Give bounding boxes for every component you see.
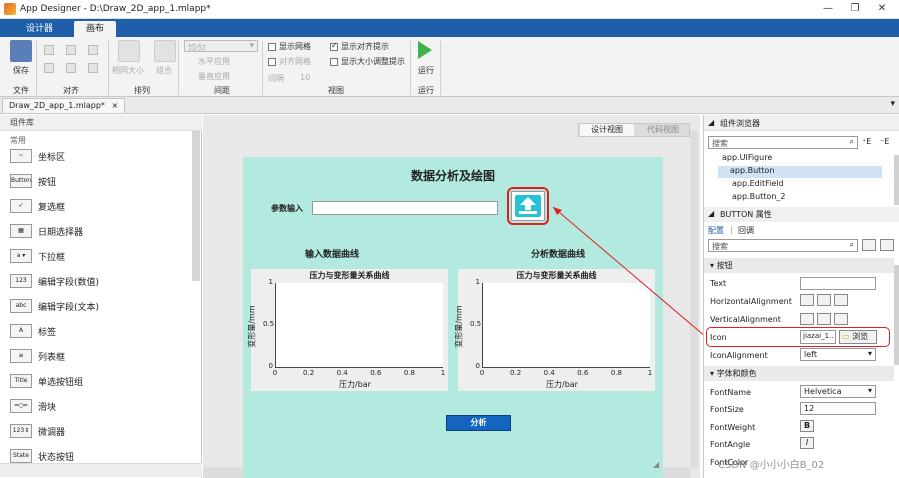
prop-valign-label: VerticalAlignment bbox=[710, 315, 781, 324]
grid-view-icon[interactable] bbox=[862, 239, 876, 251]
browse-button[interactable]: ▭ 浏览 bbox=[839, 330, 877, 344]
section-font-label: 字体和颜色 bbox=[716, 369, 757, 378]
props-header: ◢ BUTTON 属性 bbox=[704, 207, 899, 222]
browser-search[interactable]: 搜索 ⌕ bbox=[708, 136, 858, 149]
italic-icon[interactable]: I bbox=[800, 437, 814, 449]
prop-icon-input[interactable]: jiazai_1.. bbox=[800, 330, 836, 344]
browser-node[interactable]: app.UIFigure bbox=[720, 153, 870, 165]
browser-header: ◢ 组件浏览器 bbox=[704, 115, 899, 131]
folder-icon: ▭ bbox=[842, 332, 850, 341]
filter-icon[interactable]: ⁻E bbox=[880, 137, 889, 146]
prop-text-input[interactable] bbox=[800, 277, 876, 290]
tab-separator: | bbox=[730, 225, 733, 234]
browse-label: 浏览 bbox=[852, 332, 869, 341]
prop-text-label: Text bbox=[710, 279, 727, 288]
props-title: BUTTON 属性 bbox=[720, 210, 772, 219]
font-size-input[interactable]: 12 bbox=[800, 402, 876, 415]
browser-scrollbar[interactable] bbox=[894, 155, 899, 205]
props-search-placeholder: 搜索 bbox=[712, 242, 728, 251]
browser-node[interactable]: app.EditField bbox=[730, 179, 880, 191]
icon-align-dropdown[interactable]: left ▾ bbox=[800, 348, 876, 361]
chevron-down-icon: ▾ bbox=[867, 349, 872, 358]
section-button-label: 按钮 bbox=[716, 261, 733, 270]
collapse-icon[interactable]: ◢ bbox=[708, 209, 714, 218]
watermark: CSDN @小小小白B_02 bbox=[718, 460, 825, 471]
list-view-icon[interactable] bbox=[880, 239, 894, 251]
collapse-icon[interactable]: ◢ bbox=[708, 118, 714, 127]
prop-font-name-label: FontName bbox=[710, 388, 752, 397]
component-browser-panel: ◢ 组件浏览器 搜索 ⌕ ⁺E ⁻E app.UIFigure app.Butto… bbox=[703, 115, 899, 478]
prop-font-angle-label: FontAngle bbox=[710, 440, 751, 449]
browser-title: 组件浏览器 bbox=[720, 119, 760, 128]
font-name-value: Helvetica bbox=[804, 387, 842, 396]
prop-font-size-label: FontSize bbox=[710, 405, 744, 414]
props-scrollbar[interactable] bbox=[894, 265, 899, 365]
section-font[interactable]: ▾ 字体和颜色 bbox=[704, 366, 894, 381]
align-center-icon[interactable] bbox=[817, 294, 831, 306]
props-search[interactable]: 搜索 ⌕ bbox=[708, 239, 858, 252]
sort-icon[interactable]: ⁺E bbox=[862, 137, 871, 146]
align-top-icon[interactable] bbox=[800, 313, 814, 325]
prop-font-weight-label: FontWeight bbox=[710, 423, 756, 432]
prop-halign-label: HorizontalAlignment bbox=[710, 297, 792, 306]
props-tab-callback[interactable]: 回调 bbox=[738, 225, 754, 236]
search-icon: ⌕ bbox=[849, 137, 854, 146]
align-middle-icon[interactable] bbox=[817, 313, 831, 325]
icon-align-value: left bbox=[804, 350, 817, 359]
bold-icon[interactable]: B bbox=[800, 420, 814, 432]
prop-icon-align-label: IconAlignment bbox=[710, 351, 768, 360]
font-name-dropdown[interactable]: Helvetica ▾ bbox=[800, 385, 876, 398]
chevron-down-icon: ▾ bbox=[867, 386, 872, 395]
browser-node[interactable]: app.Button bbox=[718, 166, 882, 178]
align-left-icon[interactable] bbox=[800, 294, 814, 306]
search-icon: ⌕ bbox=[849, 240, 854, 249]
align-right-icon[interactable] bbox=[834, 294, 848, 306]
align-bottom-icon[interactable] bbox=[834, 313, 848, 325]
prop-icon-label: Icon bbox=[710, 333, 727, 342]
annotation-arrow-line bbox=[552, 206, 707, 338]
browser-search-placeholder: 搜索 bbox=[712, 139, 728, 148]
browser-node[interactable]: app.Button_2 bbox=[730, 192, 880, 204]
section-button[interactable]: ▾ 按钮 bbox=[704, 258, 894, 273]
props-tab-config[interactable]: 配置 bbox=[708, 225, 724, 236]
